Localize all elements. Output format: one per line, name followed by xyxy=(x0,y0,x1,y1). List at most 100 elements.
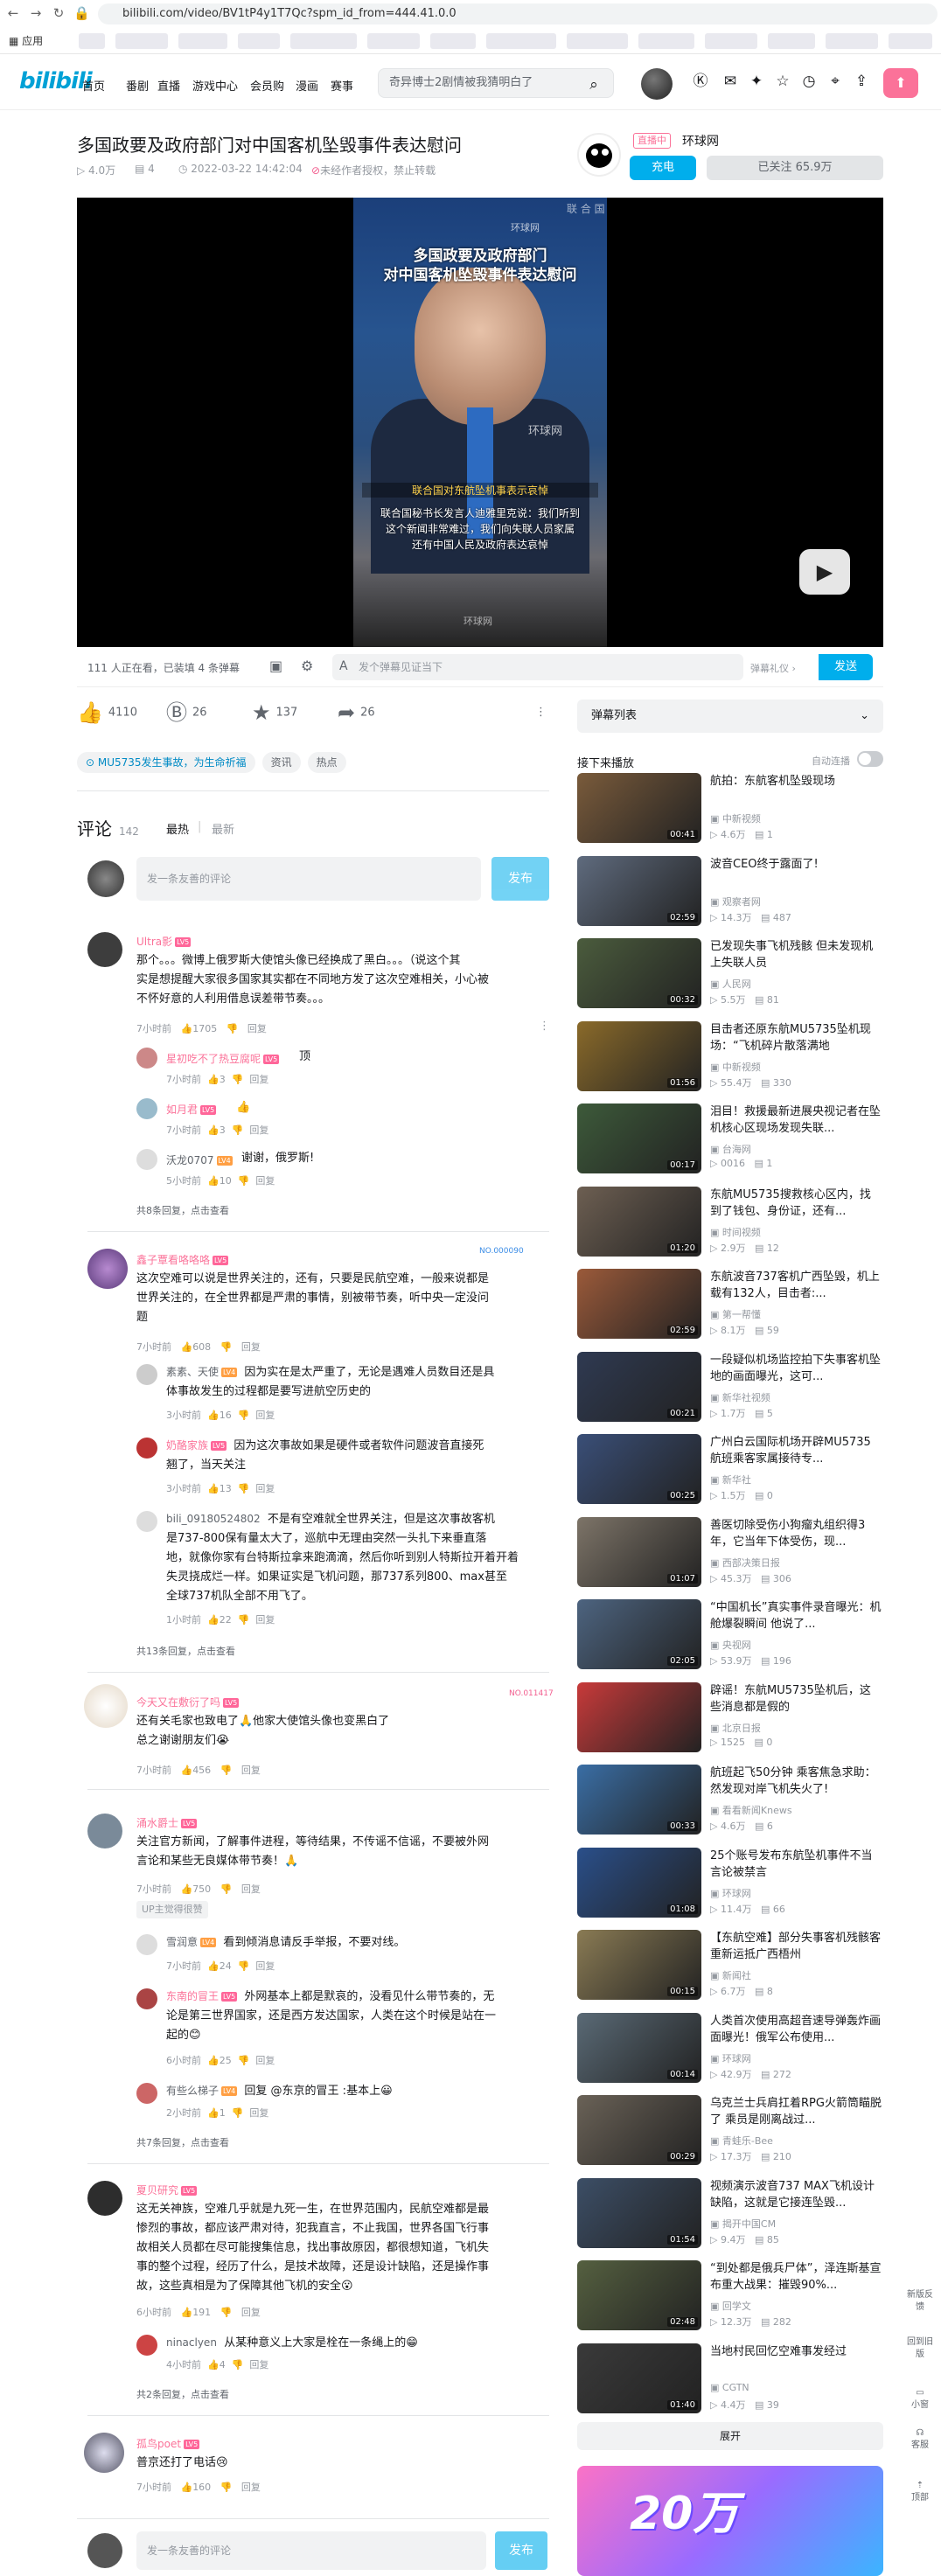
rec-card[interactable]: 00:21 一段疑似机场监控拍下失事客机坠地的画面曝光，这可... ▣ 新华社视频 ▷… xyxy=(577,1351,883,1427)
rec-uploader[interactable]: ▣ 看看新闻Knews xyxy=(710,1803,792,1817)
danmaku-settings-icon[interactable]: ⚙ xyxy=(301,658,313,674)
nav-anime[interactable]: 番剧 xyxy=(126,77,149,94)
sort-new[interactable]: 最新 xyxy=(212,820,234,837)
bookmark[interactable] xyxy=(486,33,556,49)
danmaku-send-button[interactable]: 发送 xyxy=(819,654,873,680)
rec-uploader[interactable]: ▣ 中新视频 xyxy=(710,1060,761,1074)
play-icon[interactable]: ▶ xyxy=(799,549,850,595)
view-more-replies[interactable]: 共8条回复，点击查看 xyxy=(136,1203,229,1217)
bookmark[interactable] xyxy=(638,33,694,49)
nav-manga[interactable]: 漫画 xyxy=(296,77,318,94)
commenter-avatar[interactable] xyxy=(87,2181,122,2216)
rec-title[interactable]: 波音CEO终于露面了! xyxy=(710,856,882,873)
view-more-replies[interactable]: 共2条回复，点击查看 xyxy=(136,2387,229,2401)
rec-title[interactable]: 航班起飞50分钟 乘客焦急求助：然发现对岸飞机失火了! xyxy=(710,1765,882,1798)
bookmark[interactable] xyxy=(178,33,227,49)
nav-esports[interactable]: 赛事 xyxy=(331,77,353,94)
commenter-name[interactable]: Ultra影 LV5 xyxy=(136,934,192,949)
rec-card[interactable]: 00:33 航班起飞50分钟 乘客焦急求助：然发现对岸飞机失火了! ▣ 看看新闻Kn… xyxy=(577,1765,883,1840)
bookmark[interactable] xyxy=(826,33,878,49)
favorite-button[interactable]: ★ 137 xyxy=(252,701,297,725)
rec-thumbnail[interactable]: 00:29 xyxy=(577,2095,701,2165)
more-icon[interactable]: ⋮ xyxy=(535,701,547,724)
rec-card[interactable]: 00:17 泪目！救援最新进展央视记者在坠机核心区现场发现失联... ▣ 台海网 ▷ … xyxy=(577,1104,883,1179)
rec-uploader[interactable]: ▣ 回学文 xyxy=(710,2299,751,2313)
tag-topic[interactable]: ⊙ MU5735发生事故，为生命祈福 xyxy=(77,752,255,773)
rec-thumbnail[interactable]: 02:48 xyxy=(577,2260,701,2330)
bookmark[interactable] xyxy=(367,33,420,49)
rec-card[interactable]: 00:29 乌克兰士兵肩扛着RPG火箭筒瞄脱了 乘员是刚离战过... ▣ 青蛙乐-B… xyxy=(577,2095,883,2170)
bottom-comment-input[interactable]: 发一条友善的评论 xyxy=(136,2531,486,2570)
reply-avatar[interactable] xyxy=(136,2335,157,2356)
rec-thumbnail[interactable]: 02:59 xyxy=(577,1269,701,1339)
rec-title[interactable]: 东航波音737客机广西坠毁，机上载有132人，目击者:... xyxy=(710,1269,882,1302)
rec-thumbnail[interactable] xyxy=(577,1681,701,1752)
rec-uploader[interactable]: ▣ 揭开中国CM xyxy=(710,2217,776,2231)
rec-uploader[interactable]: ▣ 观察者网 xyxy=(710,895,761,909)
message-icon[interactable]: ✉ xyxy=(721,72,740,91)
rec-title[interactable]: 【东航空难】部分失事客机残骸客重新运抵广西梧州 xyxy=(710,1930,882,1963)
commenter-name[interactable]: 夏贝研究 LV5 xyxy=(136,2183,198,2197)
reply-button[interactable]: 回复 xyxy=(247,1023,267,1034)
rec-uploader[interactable]: ▣ 人民网 xyxy=(710,977,751,991)
bookmark[interactable] xyxy=(567,33,628,49)
bookmark[interactable] xyxy=(290,33,357,49)
history-icon[interactable]: ◷ xyxy=(799,72,819,91)
promo-banner[interactable]: 20万 xyxy=(577,2466,883,2576)
user-avatar[interactable] xyxy=(641,68,673,100)
rec-uploader[interactable]: ▣ 中新视频 xyxy=(710,811,761,825)
coin-button[interactable]: Ⓑ 26 xyxy=(166,701,207,725)
rec-card[interactable]: 00:15 【东航空难】部分失事客机残骸客重新运抵广西梧州 ▣ 新闻社 ▷ 6.7万 … xyxy=(577,1930,883,2005)
expand-button[interactable]: 展开 xyxy=(577,2422,883,2450)
rec-thumbnail[interactable]: 00:41 xyxy=(577,773,701,843)
rec-thumbnail[interactable]: 00:21 xyxy=(577,1351,701,1422)
rec-title[interactable]: 乌克兰士兵肩扛着RPG火箭筒瞄脱了 乘员是刚离战过... xyxy=(710,2095,882,2128)
commenter-name[interactable]: 鑫子覃看咯咯咯 LV5 xyxy=(136,1252,229,1267)
autoplay-toggle[interactable] xyxy=(857,751,883,767)
feedback-button[interactable]: 新版反馈 xyxy=(904,2289,936,2314)
danmaku-etiquette-link[interactable]: 弹幕礼仪 › xyxy=(750,661,796,675)
rec-title[interactable]: 广州白云国际机场开辟MU5735航班乘客家属接待专... xyxy=(710,1434,882,1467)
like-icon[interactable]: 👍 xyxy=(181,1023,193,1034)
rec-uploader[interactable]: ▣ 时间视频 xyxy=(710,1225,761,1239)
uploader-avatar[interactable] xyxy=(577,133,621,177)
reply-name[interactable]: 星初吃不了热豆腐呢 LV5 xyxy=(166,1051,280,1066)
reply-avatar[interactable] xyxy=(136,1438,157,1459)
commenter-name[interactable]: 今天又在敷衍了吗 LV5 xyxy=(136,1695,240,1709)
favorites-icon[interactable]: ☆ xyxy=(773,72,792,91)
rec-thumbnail[interactable]: 00:17 xyxy=(577,1104,701,1173)
rec-uploader[interactable]: ▣ 央视网 xyxy=(710,1638,751,1652)
bilibili-logo[interactable]: bilibili xyxy=(19,68,93,94)
rec-thumbnail[interactable]: 01:40 xyxy=(577,2343,701,2413)
apps-label[interactable]: 应用 xyxy=(22,35,43,47)
rec-card[interactable]: 01:08 25个账号发布东航坠机事件不当言论被禁言 ▣ 环球网 ▷ 11.4万 ▤ … xyxy=(577,1847,883,1923)
comment-send-button[interactable]: 发布 xyxy=(491,857,549,901)
rec-uploader[interactable]: ▣ 西部决策日报 xyxy=(710,1556,780,1570)
old-version-button[interactable]: 回到旧版 xyxy=(904,2336,936,2361)
rec-card[interactable]: 02:59 东航波音737客机广西坠毁，机上载有132人，目击者:... ▣ 第一帮… xyxy=(577,1269,883,1344)
reply-avatar[interactable] xyxy=(136,1048,157,1069)
reply-avatar[interactable] xyxy=(136,1511,157,1532)
rec-thumbnail[interactable]: 00:33 xyxy=(577,1765,701,1835)
rec-thumbnail[interactable]: 01:20 xyxy=(577,1186,701,1257)
reply-name[interactable]: 沃龙0707 LV4 xyxy=(166,1152,233,1167)
rec-card[interactable]: 01:40 当地村民回忆空难事发经过 ▣ CGTN ▷ 4.4万 ▤ 39 xyxy=(577,2343,883,2419)
nav-home[interactable]: 首页 xyxy=(82,77,105,94)
rec-uploader[interactable]: ▣ 新闻社 xyxy=(710,1968,751,1982)
charge-button[interactable]: 充电 xyxy=(630,156,696,180)
danmaku-style-icon[interactable]: A xyxy=(339,659,348,673)
nav-mall[interactable]: 会员购 xyxy=(250,77,284,94)
rec-thumbnail[interactable]: 00:15 xyxy=(577,1930,701,2000)
dislike-icon[interactable]: 👎 xyxy=(227,1023,239,1034)
rec-uploader[interactable]: ▣ 北京日报 xyxy=(710,1721,761,1735)
service-button[interactable]: ☊ 客服 xyxy=(904,2427,936,2452)
rec-card[interactable]: 02:05 “中国机长”真实事件录音曝光：机舱爆裂瞬间 他说了... ▣ 央视网 ▷ … xyxy=(577,1599,883,1674)
commenter-name[interactable]: 涌水爵士 LV5 xyxy=(136,1815,198,1830)
rec-title[interactable]: “中国机长”真实事件录音曝光：机舱爆裂瞬间 他说了... xyxy=(710,1599,882,1633)
back-icon[interactable]: ← xyxy=(5,5,21,21)
rec-uploader[interactable]: ▣ 环球网 xyxy=(710,1886,751,1900)
rec-card[interactable]: 01:54 视频演示波音737 MAX飞机设计缺陷，这就是它接连坠毁... ▣ 揭开… xyxy=(577,2177,883,2253)
reply-avatar[interactable] xyxy=(136,1364,157,1385)
bookmark[interactable] xyxy=(768,33,815,49)
reply-avatar[interactable] xyxy=(136,1988,157,2009)
